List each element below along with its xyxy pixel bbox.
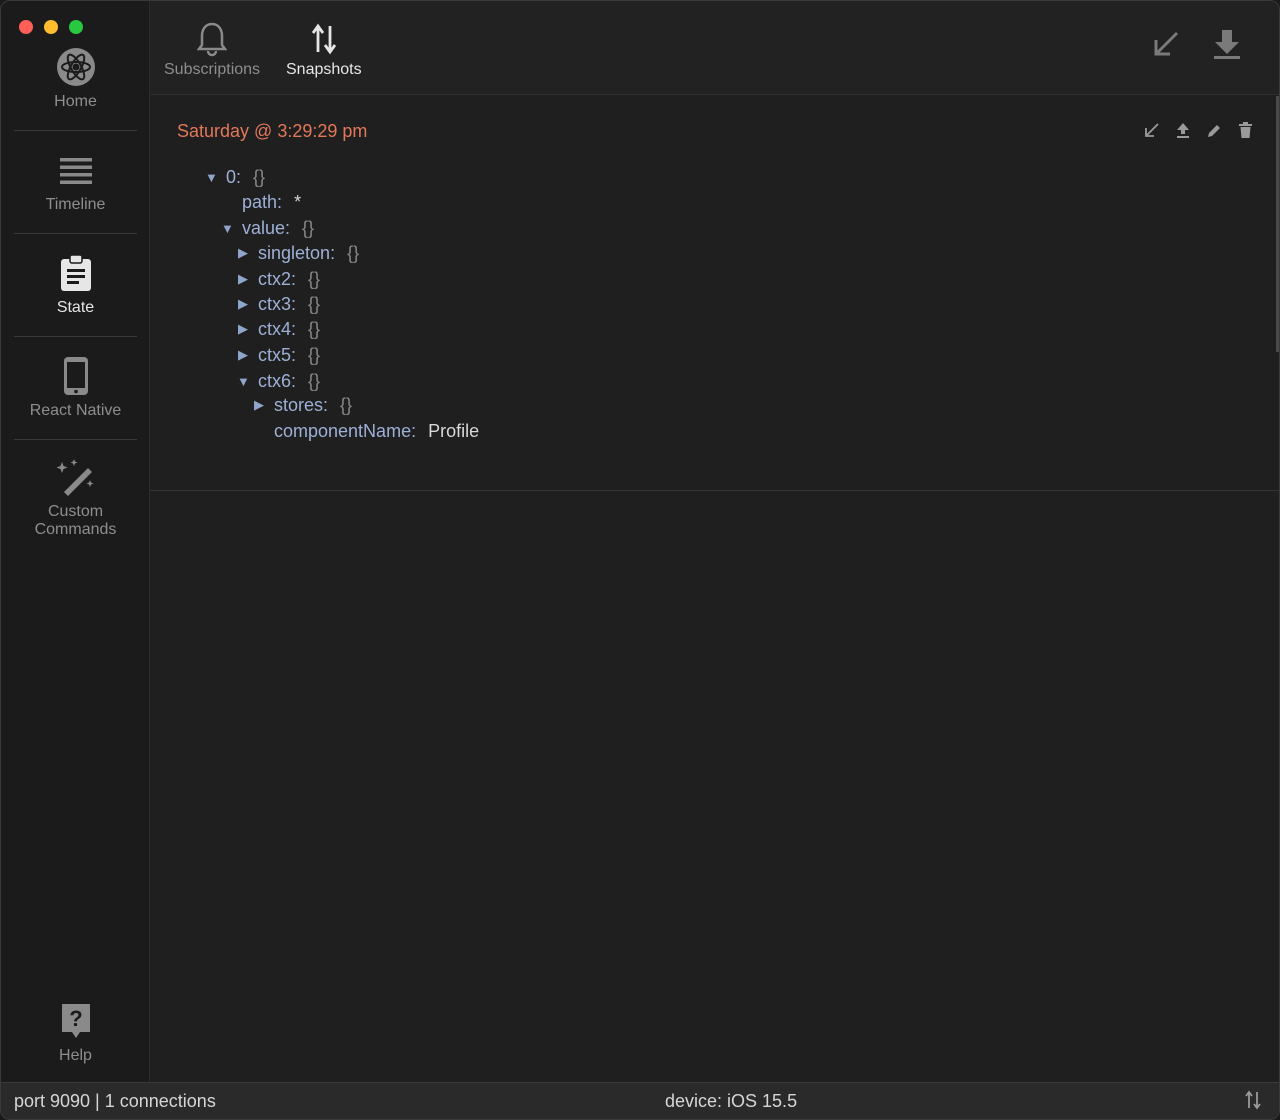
snapshot-title: Saturday @ 3:29:29 pm [177, 121, 368, 141]
tree-node-path: path: * [242, 191, 302, 212]
edit-icon[interactable] [1206, 122, 1222, 138]
expand-triangle-icon[interactable]: ▶ [237, 296, 249, 312]
tree-node-ctx3[interactable]: ▶ ctx3: {} [237, 292, 320, 316]
snapshot-card: Saturday @ 3:29:29 pm ▼ 0: {} path: * ▼… [150, 95, 1279, 491]
tree-node-value[interactable]: ▼ value: {} [221, 216, 314, 240]
sidebar-item-label: Help [59, 1047, 92, 1064]
expand-triangle-icon[interactable]: ▶ [237, 245, 249, 261]
expand-triangle-icon[interactable]: ▶ [237, 321, 249, 337]
up-down-arrows-icon [311, 19, 337, 59]
tree-node-ctx2[interactable]: ▶ ctx2: {} [237, 267, 320, 291]
sidebar-item-label: Timeline [45, 196, 106, 213]
device-status: device: iOS 15.5 [665, 1091, 798, 1111]
sidebar-item-help[interactable]: ? Help [14, 1001, 137, 1065]
tab-snapshots[interactable]: Snapshots [286, 19, 362, 79]
tree-node-ctx5[interactable]: ▶ ctx5: {} [237, 343, 320, 367]
status-bar: port 9090 | 1 connections device: iOS 15… [1, 1082, 1279, 1119]
expand-triangle-icon[interactable]: ▶ [253, 397, 265, 413]
minimize-window-button[interactable] [44, 20, 58, 34]
magic-wand-icon [56, 457, 96, 497]
phone-icon [63, 356, 89, 396]
scrollbar-thumb[interactable] [1276, 96, 1279, 352]
expand-triangle-icon[interactable]: ▶ [237, 271, 249, 287]
sidebar: Home Timeline State React Native Custom … [1, 1, 150, 1085]
restore-icon[interactable] [1144, 122, 1160, 138]
help-icon: ? [60, 1001, 92, 1041]
upload-icon[interactable] [1175, 122, 1191, 138]
window-controls [19, 20, 83, 34]
collapse-triangle-icon[interactable]: ▼ [221, 221, 234, 236]
clipboard-icon [59, 253, 93, 293]
sidebar-item-label: Custom [47, 503, 104, 520]
tree-node-root[interactable]: ▼ 0: {} [205, 165, 265, 189]
tree-node-stores[interactable]: ▶ stores: {} [253, 393, 352, 417]
tab-subscriptions[interactable]: Subscriptions [164, 19, 260, 79]
close-window-button[interactable] [19, 20, 33, 34]
app-window: Home Timeline State React Native Custom … [0, 0, 1280, 1120]
main-content: Saturday @ 3:29:29 pm ▼ 0: {} path: * ▼… [150, 95, 1279, 1083]
list-lines-icon [59, 150, 93, 190]
sidebar-divider [14, 439, 137, 440]
sidebar-item-label: Home [54, 93, 97, 110]
tab-label: Subscriptions [164, 61, 261, 78]
connection-status: port 9090 | 1 connections [14, 1091, 216, 1111]
tree-node-singleton[interactable]: ▶ singleton: {} [237, 241, 359, 265]
tree-node-component-name: componentName: Profile [274, 420, 480, 441]
sidebar-item-timeline[interactable]: Timeline [14, 150, 137, 214]
sidebar-item-label: React Native [29, 402, 122, 419]
sidebar-divider [14, 233, 137, 234]
trash-icon[interactable] [1237, 122, 1253, 138]
sidebar-item-home[interactable]: Home [14, 47, 137, 111]
tab-label: Snapshots [286, 61, 362, 78]
maximize-window-button[interactable] [69, 20, 83, 34]
restore-snapshot-icon[interactable] [1152, 27, 1180, 61]
reactotron-logo-icon [56, 47, 96, 87]
sidebar-item-custom-commands[interactable]: Custom Commands [14, 457, 137, 539]
sidebar-item-react-native[interactable]: React Native [14, 356, 137, 420]
bell-icon [197, 19, 228, 59]
top-tab-bar: Subscriptions Snapshots [150, 1, 1279, 95]
sidebar-item-label: State [56, 299, 95, 316]
top-actions [1152, 27, 1241, 61]
collapse-triangle-icon[interactable]: ▼ [237, 374, 250, 389]
sidebar-item-state[interactable]: State [14, 253, 137, 317]
svg-text:?: ? [69, 1006, 82, 1031]
collapse-triangle-icon[interactable]: ▼ [205, 170, 218, 185]
sidebar-divider [14, 130, 137, 131]
tree-node-ctx6[interactable]: ▼ ctx6: {} [237, 369, 320, 393]
snapshot-actions [1144, 122, 1253, 138]
sidebar-divider [14, 336, 137, 337]
transfer-arrows-icon[interactable] [1245, 1090, 1261, 1115]
expand-triangle-icon[interactable]: ▶ [237, 347, 249, 363]
tree-node-ctx4[interactable]: ▶ ctx4: {} [237, 317, 320, 341]
download-icon[interactable] [1213, 27, 1241, 61]
sidebar-item-label-line2: Commands [34, 521, 117, 538]
